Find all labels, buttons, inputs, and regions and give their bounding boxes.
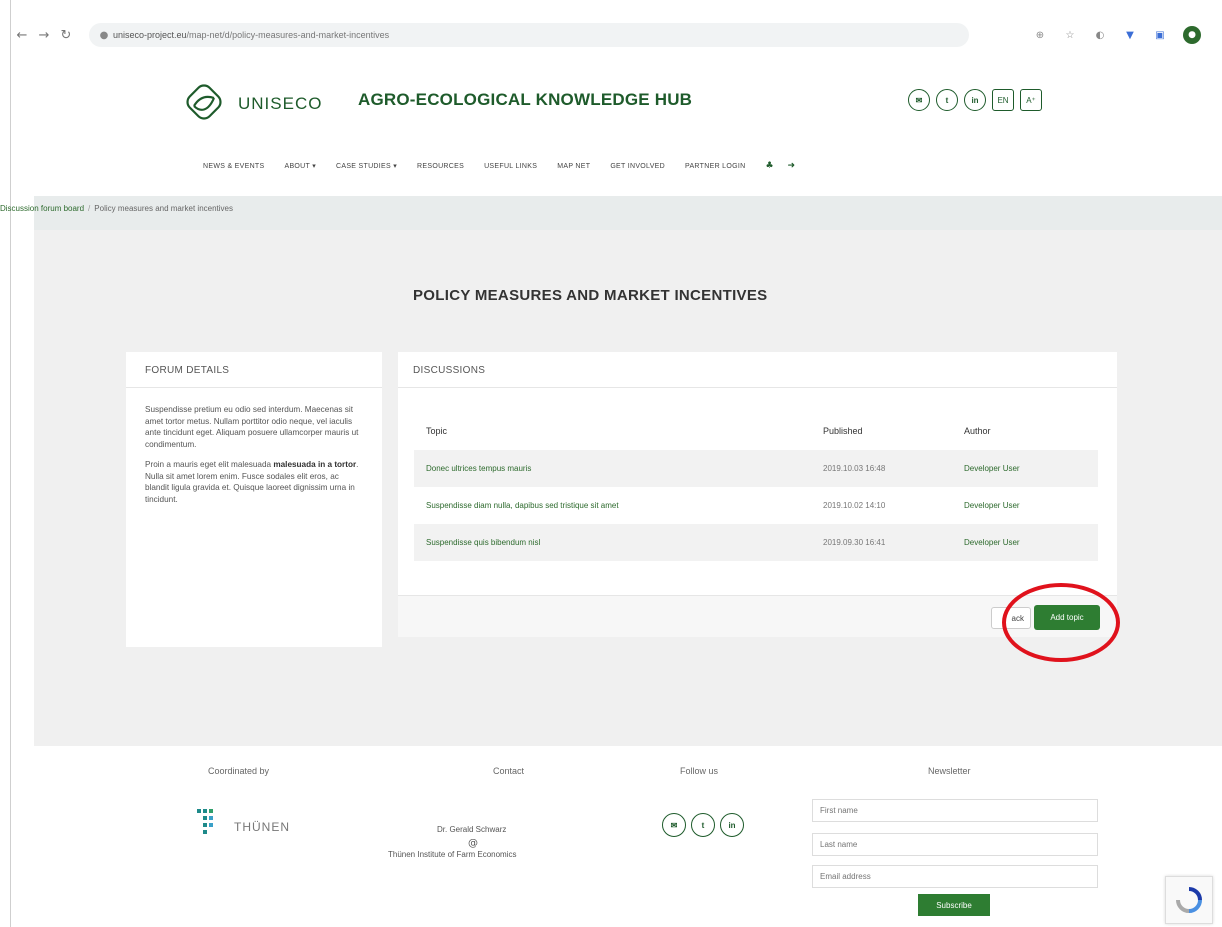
- table-row[interactable]: Suspendisse diam nulla, dapibus sed tris…: [414, 487, 1098, 524]
- topic-link[interactable]: Donec ultrices tempus mauris: [414, 464, 819, 473]
- discussions-table: Topic Published Author Donec ultrices te…: [414, 412, 1098, 561]
- column-published: Published: [823, 426, 863, 436]
- recaptcha-badge[interactable]: [1165, 876, 1213, 924]
- forum-description-2: Proin a mauris eget elit malesuada males…: [145, 459, 364, 505]
- discussions-heading: DISCUSSIONS: [398, 352, 1117, 388]
- breadcrumb: Discussion forum board / Policy measures a…: [0, 204, 233, 213]
- menu-resources[interactable]: RESOURCES: [417, 163, 464, 170]
- contact-name: Dr. Gerald Schwarz: [437, 825, 507, 834]
- star-icon[interactable]: ☆: [1063, 28, 1077, 42]
- subscribe-button[interactable]: Subscribe: [918, 894, 990, 916]
- forward-arrow-icon[interactable]: →: [33, 24, 55, 46]
- forum-description-2-start: Proin a mauris eget elit malesuada: [145, 460, 274, 469]
- email-input[interactable]: [812, 865, 1098, 888]
- topic-link[interactable]: Suspendisse diam nulla, dapibus sed tris…: [414, 501, 819, 510]
- browser-extension-icons: ⊕ ☆ ◐ ▼ ▣ ●: [1033, 26, 1201, 44]
- footer-social-links: ✉ t in: [662, 813, 744, 837]
- first-name-input[interactable]: [812, 799, 1098, 822]
- author-link[interactable]: Developer User: [961, 501, 1098, 510]
- twitter-icon[interactable]: t: [936, 89, 958, 111]
- linkedin-icon[interactable]: in: [964, 89, 986, 111]
- menu-get-involved[interactable]: GET INVOLVED: [610, 163, 665, 170]
- email-icon[interactable]: ✉: [662, 813, 686, 837]
- column-topic: Topic: [426, 426, 448, 436]
- lock-icon: ●: [99, 29, 109, 41]
- email-icon[interactable]: ✉: [908, 89, 930, 111]
- url-host: uniseco-project.eu: [113, 30, 187, 40]
- site-title[interactable]: AGRO-ECOLOGICAL KNOWLEDGE HUB: [358, 90, 692, 110]
- thunen-logo-icon[interactable]: [196, 808, 220, 836]
- published-date: 2019.10.02 14:10: [823, 501, 886, 510]
- breadcrumb-current: Policy measures and market incentives: [94, 204, 234, 213]
- filter-icon[interactable]: ▼: [1123, 28, 1137, 42]
- language-switch[interactable]: EN: [992, 89, 1014, 111]
- menu-map-net[interactable]: MAP NET: [557, 163, 590, 170]
- breadcrumb-bar: [34, 196, 1222, 230]
- extension-icon[interactable]: ◐: [1093, 28, 1107, 42]
- last-name-input[interactable]: [812, 833, 1098, 856]
- at-icon[interactable]: @: [468, 838, 478, 849]
- contact-organization: Thünen Institute of Farm Economics: [388, 850, 517, 859]
- column-author: Author: [964, 426, 991, 436]
- forum-description-2-bold: malesuada in a tortor: [273, 460, 357, 469]
- main-menu: NEWS & EVENTS ABOUT ▾ CASE STUDIES ▾ RES…: [203, 161, 809, 171]
- users-icon[interactable]: ♣: [765, 161, 773, 171]
- menu-useful-links[interactable]: USEFUL LINKS: [484, 163, 537, 170]
- forum-description-1: Suspendisse pretium eu odio sed interdum…: [145, 405, 359, 449]
- forum-details-card: FORUM DETAILS Suspendisse pretium eu odi…: [126, 352, 382, 647]
- browser-toolbar: ← → ↻ ● uniseco-project.eu /map-net/d/po…: [11, 18, 1211, 52]
- header-social-links: ✉ t in EN A⁺: [908, 89, 1042, 111]
- discussions-card: DISCUSSIONS Topic Published Author Donec…: [398, 352, 1117, 637]
- table-row[interactable]: Donec ultrices tempus mauris 2019.10.03 …: [414, 450, 1098, 487]
- table-header: Topic Published Author: [414, 412, 1098, 450]
- window-edge: [10, 0, 11, 927]
- forum-details-body: Suspendisse pretium eu odio sed interdum…: [126, 388, 382, 505]
- follow-heading: Follow us: [680, 766, 719, 776]
- linkedin-icon[interactable]: in: [720, 813, 744, 837]
- newsletter-heading: Newsletter: [928, 766, 971, 776]
- reload-icon[interactable]: ↻: [55, 24, 77, 46]
- coordinated-by-heading: Coordinated by: [208, 766, 270, 776]
- published-date: 2019.10.03 16:48: [823, 464, 886, 473]
- profile-avatar[interactable]: ●: [1183, 26, 1201, 44]
- login-icon[interactable]: ➜: [788, 161, 796, 171]
- twitter-icon[interactable]: t: [691, 813, 715, 837]
- menu-news-events[interactable]: NEWS & EVENTS: [203, 163, 264, 170]
- address-bar[interactable]: ● uniseco-project.eu /map-net/d/policy-m…: [89, 23, 969, 47]
- uniseco-logo-icon[interactable]: [180, 78, 228, 126]
- breadcrumb-separator: /: [88, 204, 91, 213]
- topic-link[interactable]: Suspendisse quis bibendum nisl: [414, 538, 819, 547]
- page-title: POLICY MEASURES AND MARKET INCENTIVES: [413, 287, 768, 304]
- highlight-annotation: [1002, 583, 1120, 662]
- screenshot-frame: ← → ↻ ● uniseco-project.eu /map-net/d/po…: [0, 0, 1222, 927]
- published-date: 2019.09.30 16:41: [823, 538, 886, 547]
- menu-partner-login[interactable]: PARTNER LOGIN: [685, 163, 745, 170]
- breadcrumb-root[interactable]: Discussion forum board: [0, 204, 84, 213]
- menu-about[interactable]: ABOUT ▾: [284, 162, 316, 170]
- brand-name[interactable]: UNISECO: [238, 94, 322, 114]
- table-row[interactable]: Suspendisse quis bibendum nisl 2019.09.3…: [414, 524, 1098, 561]
- recaptcha-icon: [1176, 887, 1202, 913]
- zoom-icon[interactable]: ⊕: [1033, 28, 1047, 42]
- accessibility-icon[interactable]: A⁺: [1020, 89, 1042, 111]
- menu-case-studies[interactable]: CASE STUDIES ▾: [336, 162, 397, 170]
- forum-details-heading: FORUM DETAILS: [126, 352, 382, 388]
- window-icon[interactable]: ▣: [1153, 28, 1167, 42]
- author-link[interactable]: Developer User: [961, 464, 1098, 473]
- thunen-brand[interactable]: THÜNEN: [234, 820, 290, 834]
- back-arrow-icon[interactable]: ←: [11, 24, 33, 46]
- contact-heading: Contact: [493, 766, 525, 776]
- author-link[interactable]: Developer User: [961, 538, 1098, 547]
- url-path: /map-net/d/policy-measures-and-market-in…: [186, 30, 390, 40]
